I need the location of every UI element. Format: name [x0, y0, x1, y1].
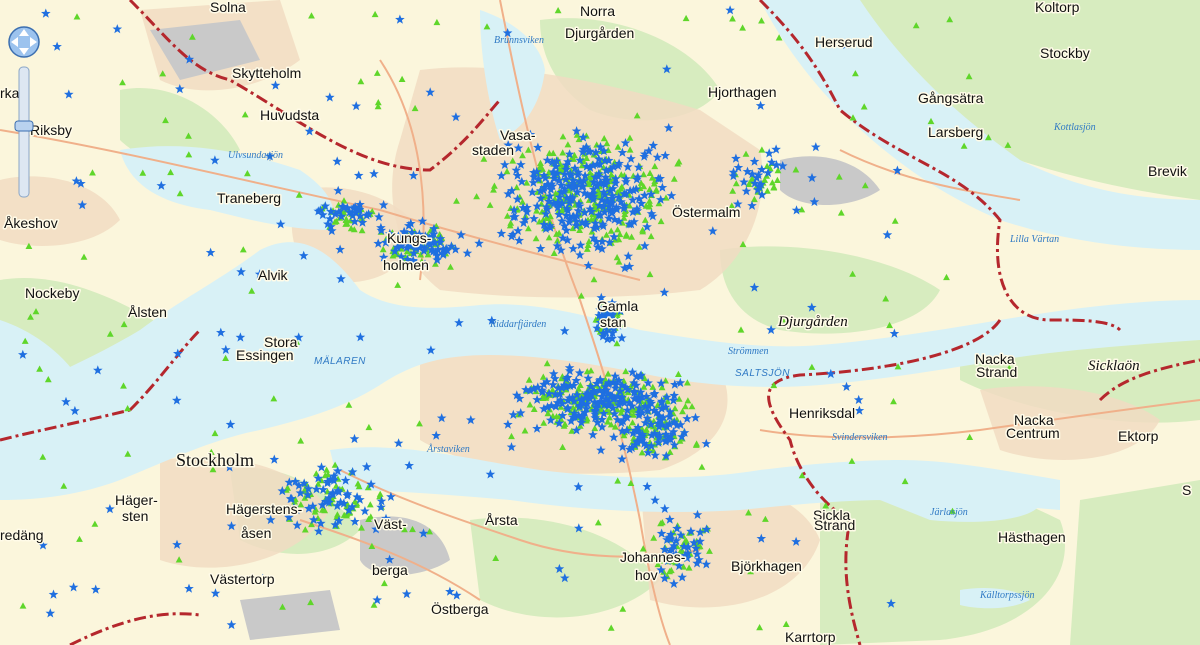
place-label: Östermalm — [672, 203, 740, 220]
place-label: Larsberg — [928, 124, 983, 140]
place-label: Årsta — [485, 512, 518, 528]
place-label: Koltorp — [1035, 0, 1080, 15]
place-label: Skytteholm — [232, 65, 301, 81]
place-label: Strand — [814, 517, 855, 533]
place-label: hov — [635, 567, 658, 583]
place-label: Västertorp — [210, 571, 275, 587]
place-label: Henriksdal — [789, 405, 855, 421]
city-label: Stockholm — [176, 450, 254, 470]
water-label: Järlasjön — [930, 507, 968, 518]
zoom-slider-track[interactable] — [18, 66, 30, 198]
place-label: Centrum — [1006, 425, 1060, 441]
place-label: Björkhagen — [731, 558, 802, 574]
place-label: stan — [600, 314, 626, 330]
place-label: Gångsätra — [918, 90, 984, 106]
place-label: Alvik — [258, 267, 289, 283]
place-label: Herserud — [815, 34, 873, 50]
place-label: Gamla — [597, 298, 638, 314]
water-label: Brunnsviken — [494, 35, 544, 46]
place-label: redäng — [0, 527, 44, 543]
place-label: Vasa- — [500, 127, 536, 143]
place-label: Solna — [210, 0, 246, 15]
water-label: Årstaviken — [426, 443, 470, 455]
place-label: Johannes- — [620, 549, 686, 565]
place-label: Åkeshov — [4, 215, 58, 231]
place-label: Hästhagen — [998, 529, 1066, 545]
map-navigation-control[interactable] — [4, 22, 44, 202]
place-label: Brevik — [1148, 163, 1188, 179]
place-label: Häger- — [115, 492, 158, 508]
water-label: Riddarfjärden — [489, 319, 546, 330]
place-label: staden — [472, 142, 514, 158]
place-label: sten — [122, 508, 148, 524]
map-canvas[interactable]: Solna Norra Djurgården Herserud Koltorp Stock… — [0, 0, 1200, 645]
zoom-slider-handle[interactable] — [14, 120, 34, 132]
place-label: S — [1182, 482, 1191, 498]
place-label: åsen — [241, 525, 271, 541]
water-label: Kottlasjön — [1053, 122, 1096, 133]
water-label: Svindersviken — [832, 432, 888, 443]
place-label: berga — [372, 562, 408, 578]
place-label: holmen — [383, 257, 429, 273]
place-label: Östberga — [431, 600, 489, 617]
water-body-label: SALTSJÖN — [735, 367, 790, 379]
place-label: Norra — [580, 3, 615, 19]
place-label: Väst- — [374, 516, 407, 532]
place-label: Strand — [976, 364, 1017, 380]
place-label: Ektorp — [1118, 428, 1159, 444]
place-label: Hjorthagen — [708, 84, 777, 100]
place-label: Ålsten — [128, 304, 167, 320]
place-label: Hägerstens- — [226, 501, 303, 517]
water-label: Ulvsundasjön — [228, 150, 283, 161]
place-label: Huvudsta — [260, 107, 319, 123]
water-body-label: MÄLAREN — [314, 355, 366, 367]
area-label: Djurgården — [777, 314, 848, 330]
place-label: Karrtorp — [785, 629, 836, 645]
place-label: Stockby — [1040, 45, 1090, 61]
water-label: Lilla Värtan — [1009, 234, 1059, 245]
place-label: Djurgården — [565, 25, 634, 41]
area-label: Sicklaön — [1088, 358, 1140, 374]
water-label: Källtorpssjön — [979, 590, 1034, 601]
pan-arrows-icon[interactable] — [8, 26, 40, 58]
water-label: Strömmen — [728, 346, 769, 357]
place-label: Traneberg — [217, 190, 281, 206]
place-label: Nockeby — [25, 285, 79, 301]
place-label: Kungs- — [387, 230, 432, 246]
place-label: Essingen — [236, 347, 294, 363]
